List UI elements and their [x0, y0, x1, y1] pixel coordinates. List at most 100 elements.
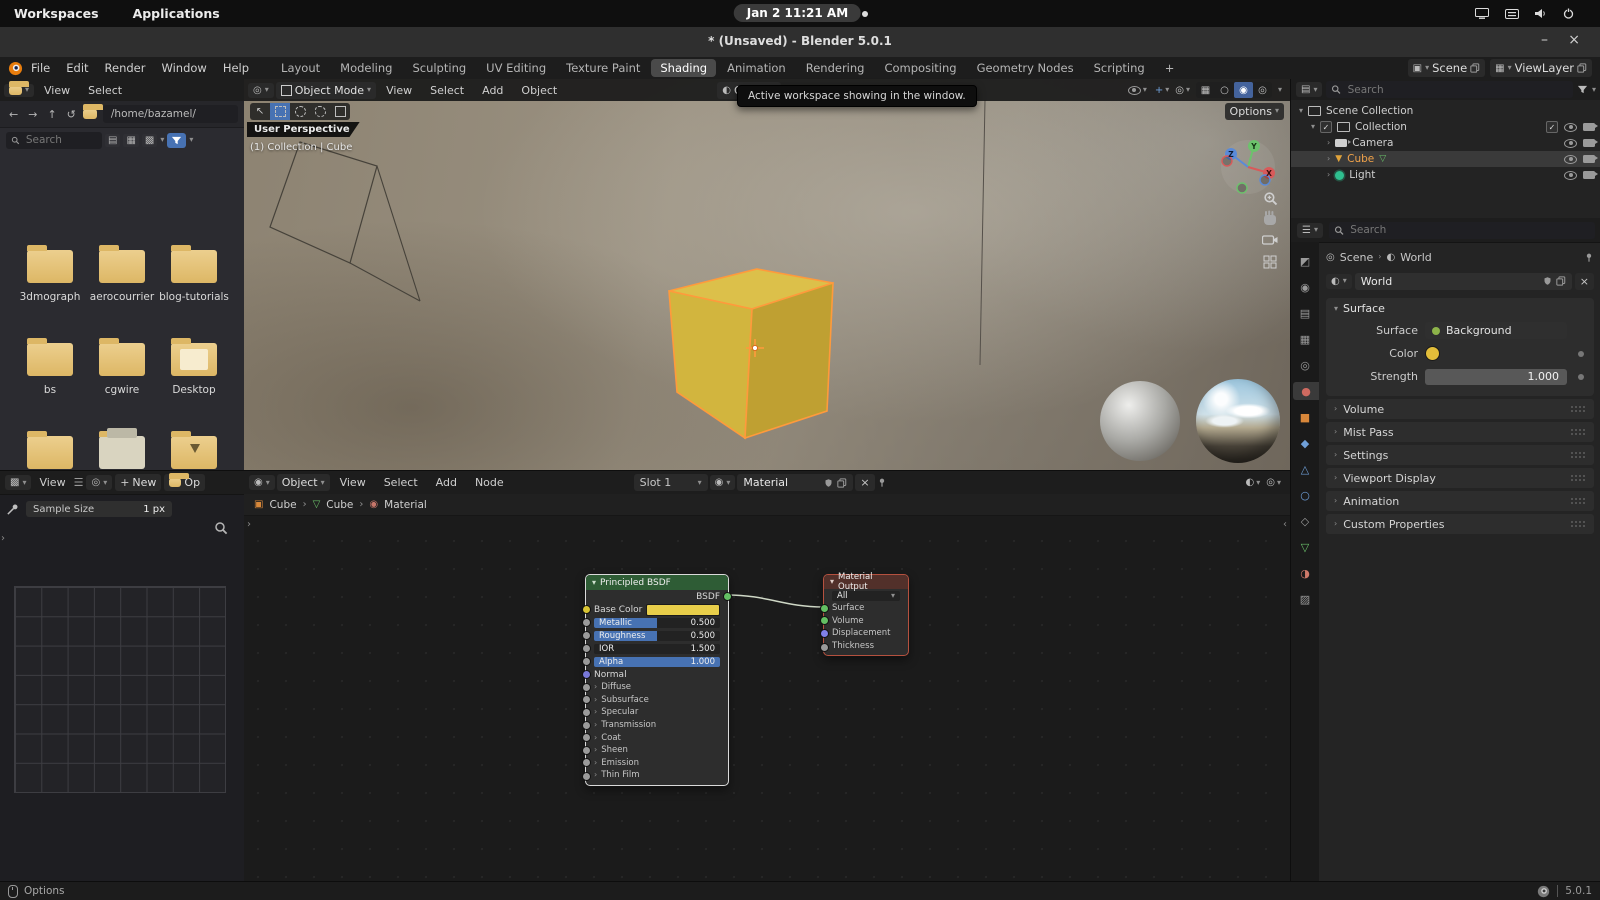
menu-window[interactable]: Window: [153, 61, 214, 75]
tab-output[interactable]: ▤: [1293, 304, 1317, 322]
section-socket[interactable]: [582, 745, 591, 755]
menu-render[interactable]: Render: [97, 61, 154, 75]
shading-wireframe-button[interactable]: ▦: [1196, 82, 1215, 98]
tab-layout[interactable]: Layout: [272, 59, 329, 77]
section-socket[interactable]: [582, 772, 591, 782]
fb-menu-view[interactable]: View: [36, 84, 78, 97]
drag-grip-icon[interactable]: [1571, 497, 1586, 505]
keyboard-icon[interactable]: [1505, 8, 1519, 19]
funnel-icon[interactable]: [1577, 84, 1588, 95]
tree-row-cube[interactable]: › ▼ Cube ▽: [1291, 151, 1600, 167]
tree-row-collection[interactable]: ▾ ✓ Collection ✓: [1291, 119, 1600, 135]
tab-shading[interactable]: Shading: [651, 59, 717, 77]
image-browse-button[interactable]: ◎ ▾: [86, 475, 113, 490]
select-circle-button[interactable]: [290, 103, 310, 120]
roughness-socket[interactable]: [582, 631, 591, 640]
tab-object[interactable]: ■: [1293, 408, 1317, 426]
chevron-down-icon[interactable]: ▾: [1278, 86, 1282, 94]
tab-geometry-nodes[interactable]: Geometry Nodes: [968, 59, 1083, 77]
alpha-slider[interactable]: Alpha 1.000: [594, 656, 720, 667]
folder-item[interactable]: aerocourrier: [86, 245, 158, 343]
properties-search-input[interactable]: [1348, 223, 1590, 237]
render-camera-icon[interactable]: [1583, 171, 1599, 179]
panel-mist-pass[interactable]: › Mist Pass: [1326, 422, 1594, 442]
parent-dir-button[interactable]: ↑: [44, 108, 59, 121]
world-browse-button[interactable]: ◐ ▾: [1326, 273, 1352, 289]
tab-modeling[interactable]: Modeling: [331, 59, 401, 77]
collapse-icon[interactable]: ▾: [592, 578, 596, 587]
overlays-dropdown[interactable]: ◎ ▾: [1175, 85, 1190, 96]
render-camera-icon[interactable]: [1583, 139, 1599, 147]
new-image-button[interactable]: + New: [115, 474, 162, 491]
path-field[interactable]: [102, 105, 238, 123]
unlink-world-button[interactable]: ×: [1574, 272, 1594, 290]
thumbnail-view-button[interactable]: ▩: [141, 133, 158, 147]
cube-object[interactable]: [668, 268, 834, 440]
bsdf-surface-link[interactable]: [726, 594, 824, 608]
hide-eye-icon[interactable]: [1564, 122, 1577, 132]
sample-size-field[interactable]: Sample Size 1 px: [26, 501, 172, 517]
hamburger-icon[interactable]: ☰: [74, 476, 84, 489]
metallic-slider[interactable]: Metallic 0.500: [594, 617, 720, 628]
editor-type-button[interactable]: ▤ ▾: [1296, 82, 1323, 97]
add-workspace-button[interactable]: +: [1156, 59, 1184, 77]
select-lasso-button[interactable]: [310, 103, 330, 120]
select-box-button[interactable]: [270, 102, 290, 120]
tab-texture-paint[interactable]: Texture Paint: [557, 59, 649, 77]
new-folder-button[interactable]: [82, 104, 103, 119]
roughness-slider[interactable]: Roughness 0.500: [594, 630, 720, 641]
tab-physics[interactable]: ○: [1293, 486, 1317, 504]
render-camera-icon[interactable]: [1583, 123, 1599, 131]
ortho-grid-icon[interactable]: [1263, 255, 1277, 269]
folder-item[interactable]: devreel: [14, 431, 86, 470]
gizmos-dropdown[interactable]: + ▾: [1153, 85, 1169, 96]
node-material-output[interactable]: ▾ Material Output All ▾ Surface Volume D…: [820, 572, 909, 657]
tab-constraints[interactable]: ◇: [1293, 512, 1317, 530]
visibility-dropdown[interactable]: ▾: [1127, 85, 1147, 95]
expand-icon[interactable]: ›: [1327, 139, 1330, 147]
blender-logo-icon[interactable]: [8, 61, 23, 76]
drag-grip-icon[interactable]: [1571, 520, 1586, 528]
tab-tool[interactable]: ◩: [1293, 252, 1317, 270]
open-image-button[interactable]: Op: [164, 473, 206, 491]
folder-item[interactable]: Downloads: [158, 431, 230, 470]
menu-edit[interactable]: Edit: [58, 61, 96, 75]
section-emission[interactable]: › Emission: [582, 757, 728, 770]
chevron-down-icon[interactable]: ▾: [189, 136, 193, 144]
filter-toggle[interactable]: [167, 132, 187, 148]
fb-menu-select[interactable]: Select: [80, 84, 130, 97]
menu-help[interactable]: Help: [215, 61, 257, 75]
breadcrumb-world[interactable]: World: [1400, 251, 1432, 264]
tree-row-light[interactable]: › Light: [1291, 167, 1600, 183]
section-subsurface[interactable]: › Subsurface: [582, 694, 728, 707]
tab-world[interactable]: ●: [1293, 382, 1319, 400]
world-color-swatch[interactable]: [1425, 346, 1440, 361]
editor-type-button[interactable]: ▾: [4, 80, 35, 97]
collection-checkbox[interactable]: ✓: [1320, 121, 1333, 133]
eyedropper-icon[interactable]: [6, 503, 19, 516]
animate-dot-icon[interactable]: [1578, 373, 1584, 380]
surface-socket[interactable]: [820, 603, 829, 613]
node-principled-bsdf[interactable]: ▾ Principled BSDF BSDF Base Color Metall…: [582, 574, 732, 786]
options-dropdown[interactable]: Options ▾: [1224, 102, 1284, 120]
tab-rendering[interactable]: Rendering: [797, 59, 874, 77]
mode-selector[interactable]: Object Mode ▾: [275, 81, 377, 99]
expand-icon[interactable]: ▾: [1299, 107, 1303, 115]
thickness-socket[interactable]: [820, 643, 829, 653]
panel-settings[interactable]: › Settings: [1326, 445, 1594, 465]
panel-custom-properties[interactable]: › Custom Properties: [1326, 514, 1594, 534]
displacement-socket[interactable]: [820, 628, 829, 638]
base-color-socket[interactable]: [582, 605, 591, 614]
forward-button[interactable]: →: [25, 108, 40, 121]
properties-search-box[interactable]: [1328, 221, 1595, 239]
list-view-button[interactable]: ▤: [105, 133, 121, 147]
drag-grip-icon[interactable]: [1571, 474, 1586, 482]
volume-socket[interactable]: [820, 616, 829, 626]
image-grid-canvas[interactable]: [14, 586, 226, 793]
menu-file[interactable]: File: [23, 61, 58, 75]
drag-grip-icon[interactable]: [1571, 428, 1586, 436]
chevron-down-icon[interactable]: ▾: [160, 136, 164, 144]
pin-icon[interactable]: [1584, 252, 1594, 263]
render-camera-icon[interactable]: [1583, 155, 1599, 163]
tab-uv-editing[interactable]: UV Editing: [477, 59, 555, 77]
